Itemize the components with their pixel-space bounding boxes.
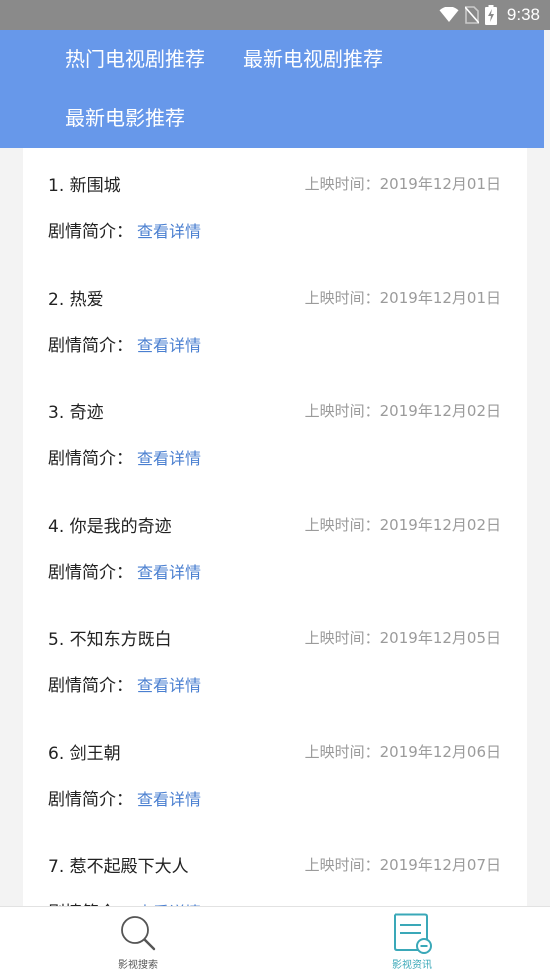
synopsis-label: 剧情简介： <box>48 222 133 242</box>
nav-movie-news[interactable]: 影视资讯 <box>342 907 482 978</box>
nav-label-search: 影视搜索 <box>118 960 158 971</box>
date-prefix: 上映时间： <box>304 175 380 193</box>
date-value: 2019年12月05日 <box>379 629 501 647</box>
recommendation-list[interactable]: 1. 新围城 上映时间：2019年12月01日 剧情简介： 查看详情 2. 热爱 … <box>23 148 527 906</box>
list-item[interactable]: 4. 你是我的奇迹 上映时间：2019年12月02日 剧情简介： 查看详情 <box>23 489 527 603</box>
item-synopsis-row: 剧情简介：查看详情 <box>48 217 201 242</box>
item-title: 1. 新围城 <box>48 176 121 196</box>
view-details-link[interactable]: 查看详情 <box>137 336 201 355</box>
list-item[interactable]: 7. 惹不起殿下大人 上映时间：2019年12月07日 剧情简介：查看详情 <box>23 829 527 906</box>
date-value: 2019年12月02日 <box>379 402 501 420</box>
synopsis-label: 剧情简介： <box>48 789 133 810</box>
item-title: 2. 热爱 <box>48 289 104 310</box>
date-prefix: 上映时间： <box>304 402 380 420</box>
date-prefix: 上映时间： <box>304 629 380 647</box>
status-time: 9:38 <box>506 5 540 24</box>
item-release-date: 上映时间：2019年12月01日 <box>305 287 501 308</box>
date-prefix: 上映时间： <box>304 856 380 874</box>
search-icon <box>121 916 156 951</box>
list-item[interactable]: 6. 剑王朝 上映时间：2019年12月06日 剧情简介： 查看详情 <box>23 716 527 830</box>
date-value: 2019年12月06日 <box>379 742 501 761</box>
status-icons: 9:38 <box>439 0 540 30</box>
item-title: 7. 惹不起殿下大人 <box>48 857 189 877</box>
view-details-link[interactable]: 查看详情 <box>137 790 201 809</box>
synopsis-label: 剧情简介： <box>48 676 133 696</box>
nav-movie-search[interactable]: 影视搜索 <box>68 907 208 978</box>
news-document-icon <box>394 913 432 954</box>
list-item[interactable]: 1. 新围城 上映时间：2019年12月01日 剧情简介： 查看详情 <box>23 148 527 262</box>
item-title: 5. 不知东方既白 <box>48 630 172 650</box>
list-item[interactable]: 3. 奇迹 上映时间：2019年12月02日 剧情简介： 查看详情 <box>23 375 527 489</box>
header-edge <box>544 30 550 148</box>
item-synopsis-row: 剧情简介：查看详情 <box>48 785 201 810</box>
synopsis-label: 剧情简介： <box>48 449 133 469</box>
no-sim-icon <box>464 6 479 24</box>
item-release-date: 上映时间：2019年12月07日 <box>305 854 501 875</box>
item-release-date: 上映时间：2019年12月05日 <box>305 627 501 648</box>
item-title: 3. 奇迹 <box>48 403 104 423</box>
synopsis-label: 剧情简介： <box>48 335 133 356</box>
wifi-icon <box>439 7 459 22</box>
date-prefix: 上映时间： <box>304 288 380 307</box>
date-value: 2019年12月07日 <box>379 856 501 874</box>
item-synopsis-row: 剧情简介：查看详情 <box>48 558 201 583</box>
date-prefix: 上映时间： <box>304 515 380 534</box>
item-release-date: 上映时间：2019年12月01日 <box>305 173 501 194</box>
item-synopsis-row: 剧情简介：查看详情 <box>48 331 201 356</box>
date-prefix: 上映时间： <box>304 742 380 761</box>
view-details-link[interactable]: 查看详情 <box>137 676 201 695</box>
item-release-date: 上映时间：2019年12月02日 <box>305 400 501 421</box>
synopsis-label: 剧情简介： <box>48 562 133 583</box>
date-value: 2019年12月02日 <box>379 515 501 534</box>
category-header: 热门电视剧推荐 最新电视剧推荐 最新电影推荐 <box>0 30 544 148</box>
list-item[interactable]: 2. 热爱 上映时间：2019年12月01日 剧情简介： 查看详情 <box>23 262 527 376</box>
item-synopsis-row: 剧情简介：查看详情 <box>48 898 201 906</box>
item-synopsis-row: 剧情简介：查看详情 <box>48 444 201 469</box>
item-title: 4. 你是我的奇迹 <box>48 516 172 537</box>
battery-charging-icon <box>484 5 497 25</box>
tab-new-movies[interactable]: 最新电影推荐 <box>65 102 185 131</box>
item-synopsis-row: 剧情简介：查看详情 <box>48 671 201 696</box>
date-value: 2019年12月01日 <box>379 288 501 307</box>
view-details-link[interactable]: 查看详情 <box>137 449 201 468</box>
tab-hot-tv-series[interactable]: 热门电视剧推荐 <box>65 43 205 72</box>
view-details-link[interactable]: 查看详情 <box>137 563 201 582</box>
tab-new-tv-series[interactable]: 最新电视剧推荐 <box>243 43 383 72</box>
item-release-date: 上映时间：2019年12月02日 <box>305 514 501 535</box>
date-value: 2019年12月01日 <box>379 175 501 193</box>
view-details-link[interactable]: 查看详情 <box>137 222 201 241</box>
bottom-nav: 影视搜索 影视资讯 <box>0 906 550 978</box>
list-item[interactable]: 5. 不知东方既白 上映时间：2019年12月05日 剧情简介： 查看详情 <box>23 602 527 716</box>
item-title: 6. 剑王朝 <box>48 743 121 764</box>
nav-label-news: 影视资讯 <box>392 960 432 971</box>
status-bar: 9:38 <box>0 0 550 30</box>
item-release-date: 上映时间：2019年12月06日 <box>305 741 501 762</box>
